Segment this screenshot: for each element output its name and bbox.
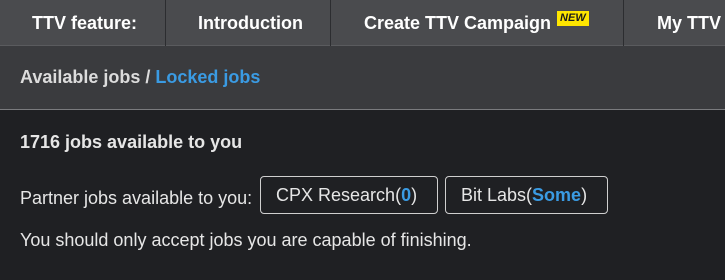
partner-close-paren: ) bbox=[581, 184, 588, 205]
notice-text: You should only accept jobs you are capa… bbox=[20, 230, 472, 250]
locked-jobs-link[interactable]: Locked jobs bbox=[155, 67, 260, 88]
partner-jobs-label: Partner jobs available to you: bbox=[20, 188, 253, 208]
nav-create-campaign-label: Create TTV Campaign bbox=[364, 12, 552, 33]
top-navigation: TTV feature: Introduction Create TTV Cam… bbox=[0, 0, 725, 46]
nav-feature-label: TTV feature: bbox=[32, 12, 138, 33]
nav-introduction[interactable]: Introduction bbox=[198, 0, 303, 46]
partner-close-paren: ) bbox=[411, 184, 418, 205]
nav-create-campaign[interactable]: Create TTV Campaign NEW bbox=[364, 0, 589, 46]
nav-my-ttv[interactable]: My TTV bbox=[657, 0, 721, 46]
breadcrumb-separator: / bbox=[145, 67, 151, 87]
breadcrumb-current: Available jobs bbox=[20, 67, 141, 87]
main-content: 1716 jobs available to you Partner jobs … bbox=[0, 111, 725, 280]
cpx-research-button[interactable]: CPX Research (0) bbox=[260, 176, 438, 214]
new-badge: NEW bbox=[557, 10, 589, 26]
nav-divider bbox=[623, 0, 624, 46]
jobs-count: 1716 jobs available to you bbox=[20, 132, 243, 152]
nav-divider bbox=[330, 0, 331, 46]
partner-count: 0 bbox=[401, 184, 412, 205]
bit-labs-button[interactable]: Bit Labs (Some) bbox=[445, 176, 608, 214]
partner-name: Bit Labs bbox=[461, 184, 527, 205]
nav-divider bbox=[165, 0, 166, 46]
partner-name: CPX Research bbox=[276, 184, 396, 205]
partner-count: Some bbox=[532, 184, 582, 205]
breadcrumb: Available jobs / Locked jobs bbox=[0, 46, 725, 110]
